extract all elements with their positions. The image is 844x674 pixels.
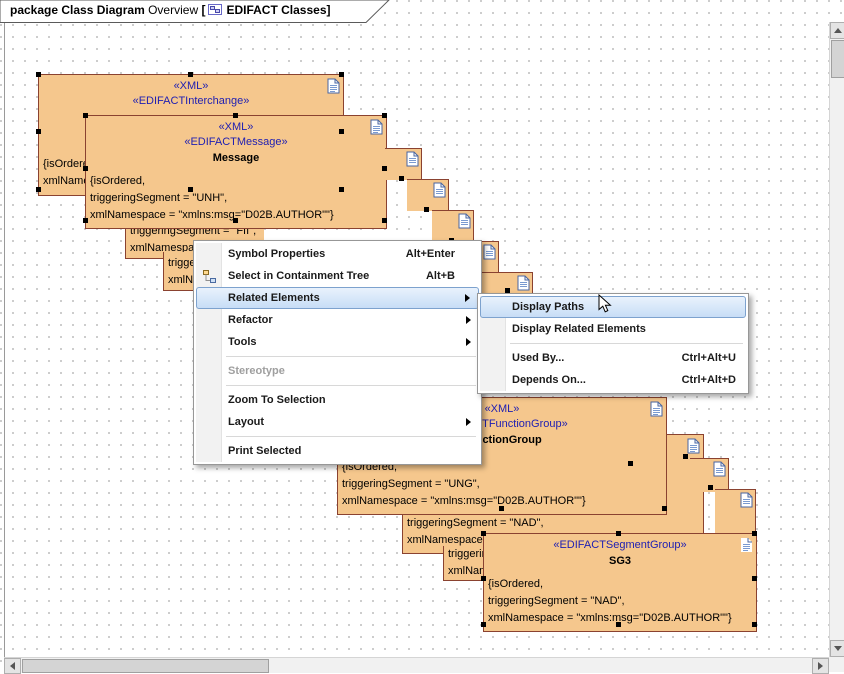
tagged-values: {isOrdered, triggeringSegment = "NAD", x… (484, 576, 756, 627)
menu-item-refactor[interactable]: Refactor (196, 309, 479, 331)
menu-item-select-in-containment-tree[interactable]: Select in Containment Tree Alt+B (196, 265, 479, 287)
context-menu: Symbol Properties Alt+Enter Select in Co… (193, 240, 482, 465)
selection-handle[interactable] (188, 187, 193, 192)
selection-handle[interactable] (36, 72, 41, 77)
selection-handle[interactable] (499, 506, 504, 511)
scroll-down-button[interactable] (830, 640, 844, 657)
tagged-values: {isOrdered, triggeringSegment = "UNG", x… (338, 459, 666, 510)
document-icon (483, 244, 496, 263)
horizontal-scrollbar[interactable] (4, 657, 829, 673)
selection-handle[interactable] (683, 454, 688, 459)
submenu-arrow-icon (465, 294, 470, 302)
shortcut-label: Alt+Enter (406, 243, 455, 265)
menu-item-tools[interactable]: Tools (196, 331, 479, 353)
vertical-scrollbar-thumb[interactable] (831, 40, 844, 78)
diagram-name-label: Overview (148, 3, 198, 17)
document-icon (650, 401, 663, 420)
class-name: Message (86, 150, 386, 167)
tagged-values: {isOrdered, triggeringSegment = "UNH", x… (86, 173, 386, 224)
menu-item-symbol-properties[interactable]: Symbol Properties Alt+Enter (196, 243, 479, 265)
selection-handle[interactable] (481, 531, 486, 536)
menu-item-stereotype[interactable]: Stereotype (196, 360, 479, 382)
selection-handle[interactable] (382, 166, 387, 171)
document-icon (740, 492, 753, 511)
menu-item-depends-on[interactable]: Depends On... Ctrl+Alt+D (480, 369, 746, 391)
selection-handle[interactable] (424, 207, 429, 212)
diagram-tab-label: EDIFACT Classes (226, 3, 326, 17)
selection-handle[interactable] (481, 576, 486, 581)
document-icon (687, 438, 700, 457)
stereotype-edifact-message: «EDIFACTMessage» (86, 135, 386, 150)
bracket-open: [ (201, 3, 205, 17)
selection-handle[interactable] (628, 461, 633, 466)
class-diagram-icon (208, 3, 223, 19)
selection-handle[interactable] (708, 485, 713, 490)
submenu-arrow-icon (466, 316, 471, 324)
class-name: SG3 (484, 553, 756, 570)
document-icon (458, 213, 471, 232)
selection-handle[interactable] (616, 622, 621, 627)
document-icon (406, 151, 419, 170)
stereotype-xml: «XML» (39, 79, 343, 94)
selection-handle[interactable] (382, 218, 387, 223)
shortcut-label: Ctrl+Alt+U (682, 347, 736, 369)
stereotype-edifact-interchange: «EDIFACTInterchange» (39, 94, 343, 109)
selection-handle[interactable] (233, 113, 238, 118)
selection-handle[interactable] (188, 72, 193, 77)
class-box-sg3[interactable]: «EDIFACTSegmentGroup» SG3 {isOrdered, tr… (483, 533, 757, 632)
scrollbar-corner (829, 657, 844, 672)
diagram-header: package Class Diagram Overview [ EDIFACT … (0, 0, 392, 29)
menu-item-print-selected[interactable]: Print Selected (196, 440, 479, 462)
document-icon (713, 461, 726, 480)
menu-separator (226, 356, 476, 357)
tagged-values: triggeringSegment = xmlNamespace = (444, 546, 484, 580)
selection-handle[interactable] (481, 622, 486, 627)
menu-item-used-by[interactable]: Used By... Ctrl+Alt+U (480, 347, 746, 369)
menu-item-related-elements[interactable]: Related Elements (196, 287, 479, 309)
submenu-arrow-icon (466, 418, 471, 426)
shortcut-label: Ctrl+Alt+D (682, 369, 736, 391)
menu-item-display-related-elements[interactable]: Display Related Elements (480, 318, 746, 340)
selection-handle[interactable] (752, 576, 757, 581)
diagram-kind-label: package Class Diagram (10, 3, 145, 17)
document-icon (370, 119, 383, 138)
selection-handle[interactable] (83, 113, 88, 118)
scroll-up-button[interactable] (830, 22, 844, 39)
document-icon (517, 275, 530, 294)
selection-handle[interactable] (83, 166, 88, 171)
menu-separator (226, 385, 476, 386)
mouse-cursor-icon (598, 294, 614, 319)
horizontal-scrollbar-thumb[interactable] (22, 659, 269, 673)
menu-separator (510, 343, 743, 344)
selection-handle[interactable] (616, 531, 621, 536)
document-icon (433, 182, 446, 201)
document-icon (327, 78, 340, 97)
class-box-corner[interactable] (715, 489, 756, 535)
vertical-scrollbar[interactable] (829, 22, 844, 657)
selection-handle[interactable] (752, 622, 757, 627)
menu-item-zoom-to-selection[interactable]: Zoom To Selection (196, 389, 479, 411)
document-icon (740, 537, 753, 556)
bracket-close: ] (327, 3, 331, 17)
selection-handle[interactable] (233, 218, 238, 223)
selection-handle[interactable] (382, 113, 387, 118)
selection-handle[interactable] (399, 176, 404, 181)
selection-handle[interactable] (36, 187, 41, 192)
class-box-fragment[interactable]: triggeringSegment = xmlNamespace = (443, 546, 484, 581)
selection-handle[interactable] (339, 187, 344, 192)
selection-handle[interactable] (339, 72, 344, 77)
selection-handle[interactable] (752, 531, 757, 536)
selection-handle[interactable] (83, 218, 88, 223)
shortcut-label: Alt+B (426, 265, 455, 287)
selection-handle[interactable] (662, 506, 667, 511)
stereotype-edifact-segment-group: «EDIFACTSegmentGroup» (484, 538, 756, 553)
selection-handle[interactable] (339, 129, 344, 134)
menu-item-layout[interactable]: Layout (196, 411, 479, 433)
submenu-arrow-icon (466, 338, 471, 346)
selection-handle[interactable] (36, 129, 41, 134)
menu-separator (226, 436, 476, 437)
diagram-frame-border (4, 0, 5, 657)
